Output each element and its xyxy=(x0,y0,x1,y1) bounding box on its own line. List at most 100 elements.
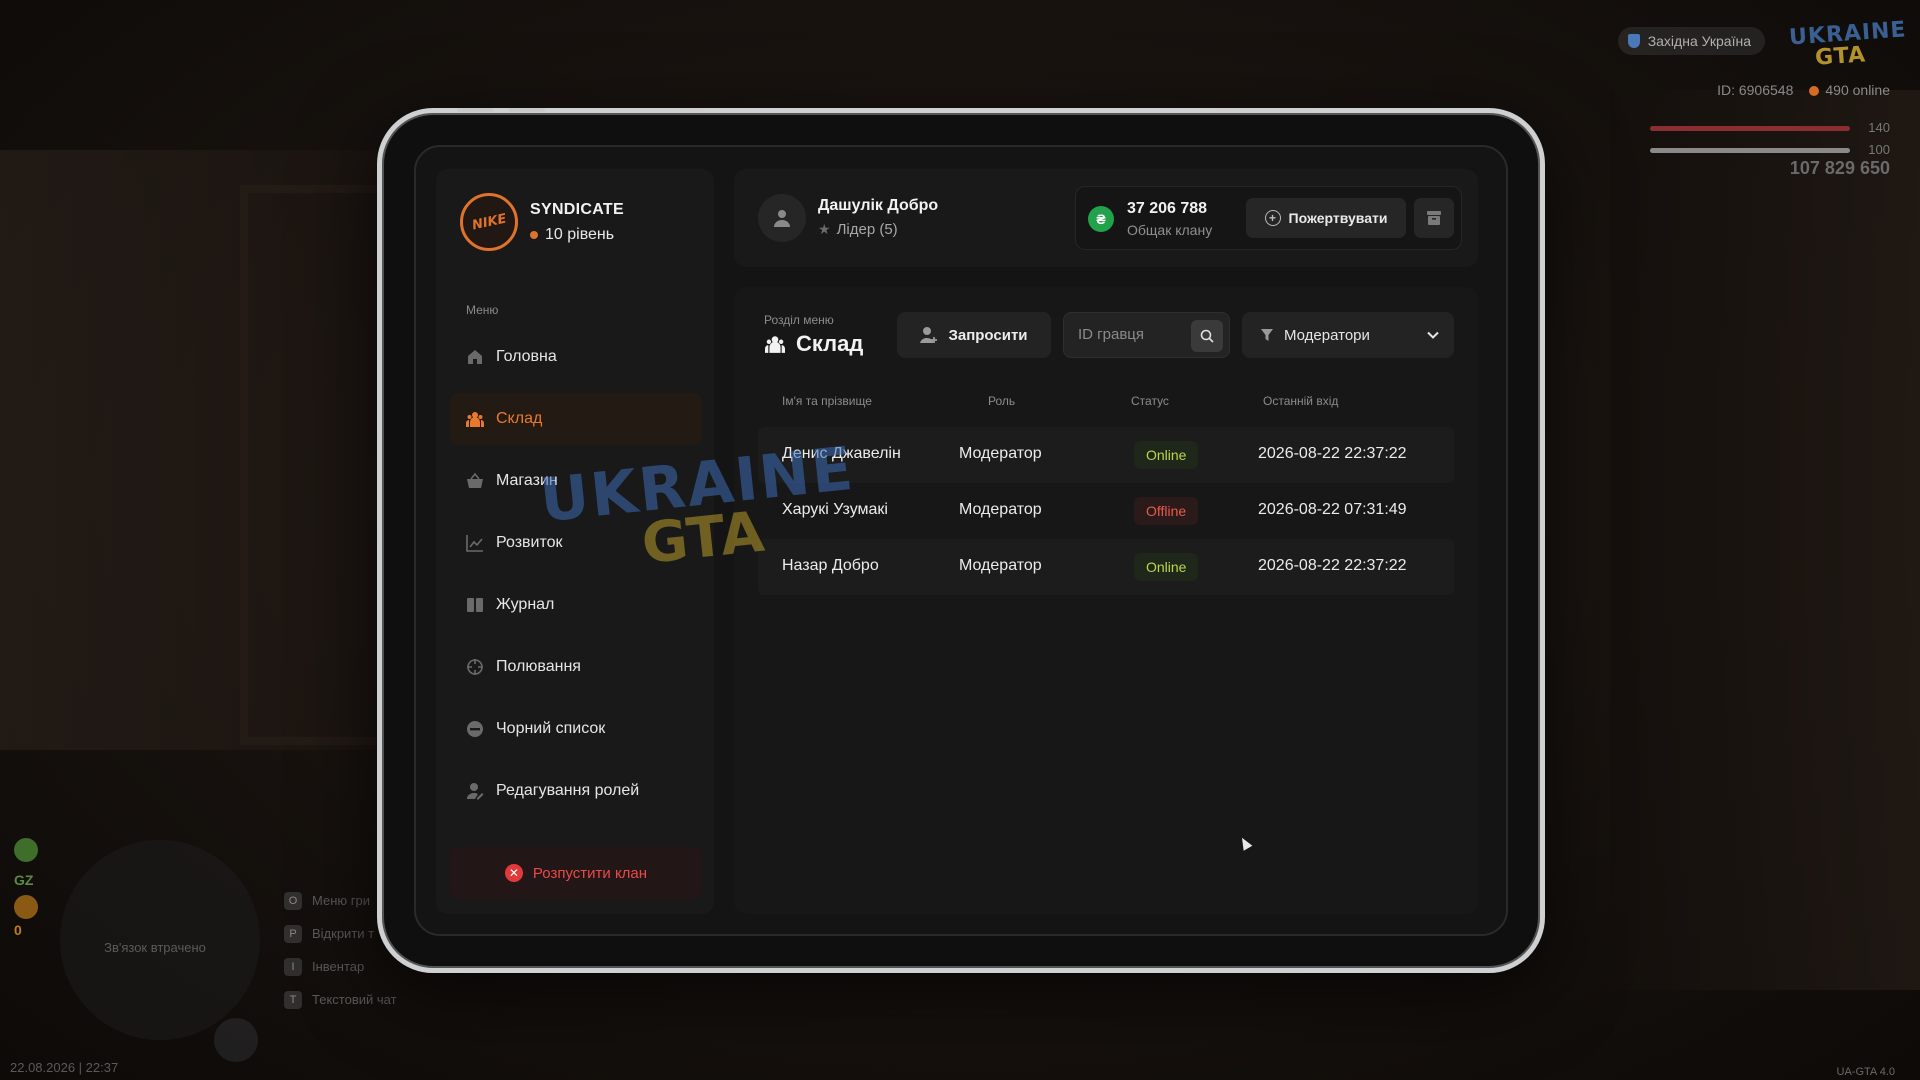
sidebar-item-label: Редагування ролей xyxy=(496,782,640,799)
table-header: Ім'я та прізвище Роль Статус Останній вх… xyxy=(758,394,1454,414)
member-last-login: 2026-08-22 07:31:49 xyxy=(1258,501,1407,518)
search-button[interactable] xyxy=(1191,320,1223,352)
search-input[interactable] xyxy=(1078,326,1188,343)
sidebar-item-warehouse[interactable]: Склад xyxy=(450,393,702,445)
hotkey-item: T Текстовий чат xyxy=(284,983,397,1016)
balance-label: Общак клану xyxy=(1127,222,1213,238)
tablet-screen: NIKE SYNDICATE 10 рівень Меню Головна Ск… xyxy=(414,145,1508,936)
hotkey-label: Меню гри xyxy=(312,893,370,908)
health-bar xyxy=(1650,126,1850,131)
hotkey-label: Текстовий чат xyxy=(312,992,397,1007)
table-row[interactable]: Денис Джавелін Модератор Online 2026-08-… xyxy=(758,427,1454,483)
sidebar-item-label: Полювання xyxy=(496,658,581,675)
role-filter-value: Модератори xyxy=(1284,326,1370,344)
role-filter-select[interactable]: Модератори xyxy=(1242,312,1454,358)
hotkey-key: T xyxy=(284,990,302,1009)
hryvnia-coin-icon: ₴ xyxy=(1088,206,1114,232)
members-table: Денис Джавелін Модератор Online 2026-08-… xyxy=(758,427,1454,595)
member-last-login: 2026-08-22 22:37:22 xyxy=(1258,557,1407,574)
balance-amount: 37 206 788 xyxy=(1127,200,1208,217)
members-panel: Розділ меню Склад Запросити Модератори xyxy=(734,287,1478,914)
user-edit-icon xyxy=(466,782,484,800)
player-id: ID: 6906548 xyxy=(1717,82,1794,98)
hotkey-key: I xyxy=(284,957,302,976)
hotkey-key: O xyxy=(284,891,302,910)
hotkey-key: P xyxy=(284,924,302,943)
balance-history-button[interactable] xyxy=(1414,198,1454,238)
donate-label: Пожертвувати xyxy=(1288,210,1388,226)
tablet-button xyxy=(457,108,493,112)
page-title: Склад xyxy=(796,331,864,356)
column-header-name: Ім'я та прізвище xyxy=(782,394,872,408)
column-header-last-login: Останній вхід xyxy=(1263,394,1339,408)
online-count-wrap: 490 online xyxy=(1809,82,1890,98)
member-role: Модератор xyxy=(959,445,1042,462)
hotkey-item: I Інвентар xyxy=(284,950,397,983)
chevron-down-icon xyxy=(1427,331,1439,339)
crosshair-icon xyxy=(466,658,484,676)
table-row[interactable]: Назар Добро Модератор Online 2026-08-22 … xyxy=(758,539,1454,595)
hud-status-panel: Західна Україна UKRAINE GTA ID: 6906548 … xyxy=(1590,17,1907,184)
minimap-status: Зв'язок втрачено xyxy=(104,940,206,955)
table-row[interactable]: Харукі Узумакі Модератор Offline 2026-08… xyxy=(758,483,1454,539)
sidebar-item-label: Розвиток xyxy=(496,534,563,551)
status-badge: Offline xyxy=(1134,497,1199,525)
money-value: 107 829 650 xyxy=(1789,158,1890,178)
profile-header: Дашулік Добро ★ Лідер (5) ₴ 37 206 788 О… xyxy=(734,169,1478,267)
online-count: 490 online xyxy=(1825,82,1890,98)
invite-label: Запросити xyxy=(948,326,1028,344)
disband-label: Розпустити клан xyxy=(532,864,648,882)
clan-brand: NIKE SYNDICATE 10 рівень xyxy=(460,193,624,251)
chart-icon xyxy=(466,534,484,552)
sidebar-item-blacklist[interactable]: Чорний список xyxy=(450,703,702,755)
sidebar-item-shop[interactable]: Магазин xyxy=(450,455,702,507)
filter-icon xyxy=(1261,329,1273,341)
block-icon xyxy=(466,720,484,738)
section-caption: Розділ меню xyxy=(764,313,834,327)
sidebar-menu: Головна Склад Магазин Розвиток Журнал По… xyxy=(450,331,702,827)
armor-bar xyxy=(1650,148,1850,153)
sidebar-item-label: Склад xyxy=(496,410,543,427)
player-id-row: ID: 6906548 490 online xyxy=(1717,82,1890,98)
members-icon xyxy=(466,410,484,428)
datetime: 22.08.2026 | 22:37 xyxy=(10,1060,119,1075)
sidebar-item-home[interactable]: Головна xyxy=(450,331,702,383)
sidebar-item-journal[interactable]: Журнал xyxy=(450,579,702,631)
clan-level-row: 10 рівень xyxy=(530,226,624,244)
member-role: Модератор xyxy=(959,557,1042,574)
hud-side-labels: GZ 0 xyxy=(14,838,33,938)
book-icon xyxy=(466,596,484,614)
plus-circle-icon: + xyxy=(1264,210,1281,226)
home-icon xyxy=(466,348,484,366)
clan-logo: NIKE xyxy=(460,193,518,251)
user-role-row: ★ Лідер (5) xyxy=(818,221,898,238)
online-dot-icon xyxy=(1809,86,1820,97)
microphone-icon xyxy=(214,1018,258,1062)
tablet-button xyxy=(509,108,545,112)
status-badge: Online xyxy=(1134,553,1199,581)
invite-button[interactable]: Запросити xyxy=(897,312,1051,358)
sidebar-item-label: Магазин xyxy=(496,472,558,489)
game-version: UA-GTA 4.0 xyxy=(1836,1066,1895,1078)
disband-clan-button[interactable]: ✕ Розпустити клан xyxy=(450,847,702,899)
hotkey-label: Відкрити т xyxy=(312,926,375,941)
column-header-role: Роль xyxy=(988,394,1016,408)
sidebar: NIKE SYNDICATE 10 рівень Меню Головна Ск… xyxy=(436,169,714,914)
sidebar-item-hunting[interactable]: Полювання xyxy=(450,641,702,693)
clan-logo-text: NIKE xyxy=(470,211,508,233)
background-wall-right xyxy=(1610,90,1920,990)
game-logo: UKRAINE GTA xyxy=(1788,17,1907,76)
status-badge: Online xyxy=(1134,441,1199,469)
menu-caption: Меню xyxy=(466,303,499,317)
search-icon xyxy=(1200,329,1214,343)
sidebar-item-development[interactable]: Розвиток xyxy=(450,517,702,569)
shield-icon xyxy=(1627,34,1640,48)
clan-info: SYNDICATE 10 рівень xyxy=(530,201,624,244)
sidebar-item-label: Головна xyxy=(496,348,557,365)
clan-balance: ₴ 37 206 788 Общак клану + Пожертвувати xyxy=(1075,186,1462,250)
sidebar-item-role-editing[interactable]: Редагування ролей xyxy=(450,765,702,817)
donate-button[interactable]: + Пожертвувати xyxy=(1246,198,1406,238)
close-circle-icon: ✕ xyxy=(504,864,523,882)
member-name: Денис Джавелін xyxy=(782,445,901,462)
user-name: Дашулік Добро xyxy=(818,197,939,214)
